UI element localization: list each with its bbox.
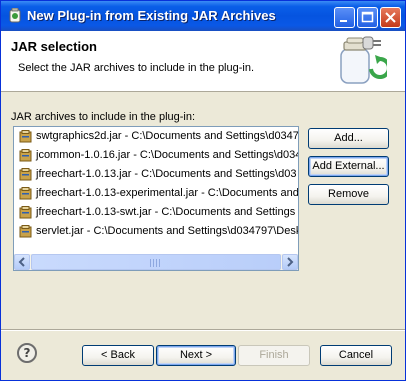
list-item-label: jfreechart-1.0.13.jar - C:\Documents and…	[36, 168, 297, 180]
maximize-button[interactable]	[357, 7, 378, 28]
scrollbar-thumb[interactable]	[31, 254, 281, 270]
list-item-label: servlet.jar - C:\Documents and Settings\…	[36, 225, 298, 237]
jar-file-icon	[19, 149, 32, 162]
list-item-label: jfreechart-1.0.13-swt.jar - C:\Documents…	[36, 206, 296, 218]
maximize-icon	[361, 11, 374, 23]
add-external-button[interactable]: Add External...	[308, 156, 389, 177]
jar-file-icon	[19, 168, 32, 181]
jar-list-label: JAR archives to include in the plug-in:	[11, 111, 196, 123]
jar-file-icon	[19, 206, 32, 219]
chevron-right-icon	[287, 257, 294, 267]
help-button[interactable]: ?	[17, 343, 37, 363]
add-button[interactable]: Add...	[308, 128, 389, 149]
list-item-label: swtgraphics2d.jar - C:\Documents and Set…	[36, 130, 298, 142]
list-item-label: jfreechart-1.0.13-experimental.jar - C:\…	[36, 187, 298, 199]
plugin-icon	[9, 8, 21, 23]
footer-separator	[1, 329, 405, 331]
jar-file-icon	[19, 225, 32, 238]
back-button[interactable]: < Back	[82, 345, 154, 366]
title-bar[interactable]: New Plug-in from Existing JAR Archives	[1, 1, 405, 31]
jar-file-icon	[19, 187, 32, 200]
thumb-grip-icon	[150, 259, 160, 267]
window-title: New Plug-in from Existing JAR Archives	[27, 8, 276, 23]
jar-file-icon	[19, 130, 32, 143]
jar-list-items: swtgraphics2d.jar - C:\Documents and Set…	[14, 127, 298, 253]
minimize-button[interactable]	[334, 7, 355, 28]
page-title: JAR selection	[11, 39, 97, 54]
horizontal-scrollbar[interactable]	[14, 254, 298, 270]
jar-wizard-graphic-icon	[340, 36, 387, 84]
scroll-left-button[interactable]	[14, 254, 30, 270]
wizard-header: JAR selection Select the JAR archives to…	[1, 31, 405, 92]
close-icon	[385, 12, 396, 23]
finish-button[interactable]: Finish	[238, 345, 310, 366]
dialog-window: New Plug-in from Existing JAR Archives J…	[0, 0, 406, 381]
close-button[interactable]	[380, 7, 401, 28]
page-description: Select the JAR archives to include in th…	[18, 62, 255, 74]
list-item-label: jcommon-1.0.16.jar - C:\Documents and Se…	[36, 149, 298, 161]
cancel-button[interactable]: Cancel	[320, 345, 392, 366]
scroll-right-button[interactable]	[282, 254, 298, 270]
jar-archive-list[interactable]: swtgraphics2d.jar - C:\Documents and Set…	[13, 126, 299, 271]
remove-button[interactable]: Remove	[308, 184, 389, 205]
minimize-icon	[340, 20, 347, 22]
chevron-left-icon	[18, 257, 25, 267]
next-button[interactable]: Next >	[156, 345, 236, 366]
